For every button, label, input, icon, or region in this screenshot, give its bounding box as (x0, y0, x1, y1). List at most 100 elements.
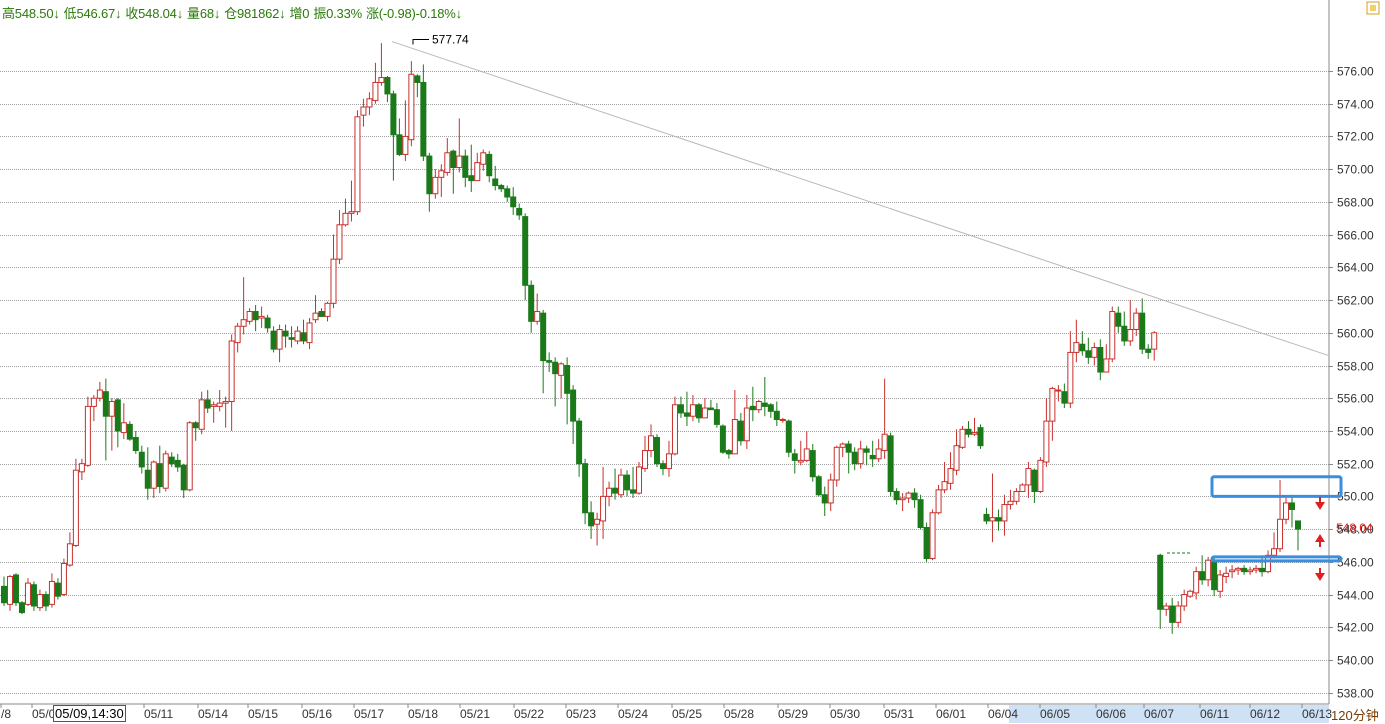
candle[interactable] (600, 466, 607, 539)
candle[interactable] (1145, 344, 1152, 359)
candle[interactable] (258, 306, 265, 328)
candle[interactable] (210, 401, 217, 423)
candle[interactable] (144, 447, 151, 500)
candle[interactable] (168, 452, 175, 467)
candle[interactable] (504, 185, 511, 202)
candle[interactable] (1283, 498, 1290, 525)
candle[interactable] (582, 458, 589, 525)
candle[interactable] (671, 396, 678, 456)
candle[interactable] (30, 581, 37, 611)
candle[interactable] (935, 484, 942, 515)
candle[interactable] (1277, 480, 1284, 553)
candle[interactable] (120, 403, 127, 440)
candle[interactable] (612, 468, 619, 500)
candle[interactable] (522, 213, 529, 301)
candle[interactable] (929, 509, 936, 561)
candle[interactable] (1223, 566, 1230, 584)
candle[interactable] (1055, 385, 1062, 402)
candle[interactable] (995, 509, 1002, 531)
candle[interactable] (354, 110, 361, 215)
candle[interactable] (528, 280, 535, 333)
candle[interactable] (1199, 555, 1206, 585)
candle[interactable] (36, 589, 43, 611)
candle[interactable] (941, 462, 948, 494)
candle[interactable] (983, 507, 990, 525)
candle[interactable] (1, 576, 7, 607)
candle[interactable] (1067, 331, 1074, 409)
candle[interactable] (1133, 308, 1140, 337)
candle[interactable] (18, 601, 25, 615)
candle[interactable] (659, 460, 666, 476)
candle[interactable] (396, 118, 403, 157)
candle[interactable] (60, 558, 67, 597)
candle[interactable] (294, 326, 301, 345)
candle[interactable] (1013, 488, 1020, 505)
candle[interactable] (588, 501, 595, 539)
candle[interactable] (1163, 602, 1170, 616)
candle[interactable] (156, 445, 163, 494)
candle[interactable] (534, 293, 541, 325)
candle[interactable] (797, 440, 804, 466)
candle[interactable] (486, 151, 493, 183)
candle[interactable] (863, 445, 870, 466)
candle[interactable] (815, 475, 822, 497)
candle[interactable] (947, 452, 954, 490)
candle[interactable] (516, 203, 523, 220)
candle[interactable] (312, 295, 319, 323)
candle[interactable] (330, 234, 337, 309)
candle[interactable] (1127, 300, 1134, 346)
candle[interactable] (719, 424, 726, 454)
candle[interactable] (12, 573, 19, 607)
candle[interactable] (1271, 532, 1278, 559)
candle[interactable] (384, 75, 391, 103)
candle[interactable] (665, 440, 672, 477)
candle[interactable] (558, 362, 565, 399)
window-icon[interactable] (1366, 1, 1380, 15)
candle[interactable] (552, 357, 559, 407)
candle[interactable] (1007, 489, 1014, 510)
candle[interactable] (683, 391, 690, 427)
candle[interactable] (618, 468, 625, 499)
candle[interactable] (707, 399, 714, 411)
candle[interactable] (1103, 344, 1110, 373)
candle[interactable] (204, 390, 211, 413)
candle[interactable] (713, 403, 720, 428)
candle[interactable] (827, 473, 834, 512)
candle[interactable] (366, 92, 373, 116)
candle[interactable] (480, 149, 487, 171)
candle[interactable] (360, 98, 367, 127)
candle[interactable] (821, 486, 828, 517)
candle[interactable] (755, 399, 762, 413)
candle[interactable] (917, 494, 924, 530)
candle[interactable] (198, 391, 205, 435)
candle[interactable] (1061, 383, 1068, 409)
candle[interactable] (1181, 589, 1188, 611)
candle[interactable] (606, 481, 613, 507)
candle[interactable] (624, 470, 631, 497)
candle[interactable] (90, 394, 97, 422)
candle[interactable] (564, 357, 571, 425)
candle[interactable] (102, 378, 109, 461)
candle[interactable] (270, 326, 277, 353)
candle[interactable] (1259, 555, 1266, 577)
candle[interactable] (576, 417, 583, 477)
candle[interactable] (773, 401, 780, 427)
candle[interactable] (893, 488, 900, 505)
candle[interactable] (875, 439, 882, 463)
candle[interactable] (1121, 311, 1128, 346)
candle[interactable] (282, 324, 289, 348)
candle[interactable] (546, 352, 553, 373)
candle[interactable] (150, 460, 157, 499)
candle[interactable] (839, 442, 846, 458)
candle[interactable] (809, 444, 816, 482)
candle[interactable] (468, 144, 475, 193)
candle[interactable] (426, 152, 433, 212)
candle[interactable] (462, 149, 469, 188)
candle[interactable] (306, 318, 313, 350)
candle[interactable] (348, 180, 355, 222)
candle[interactable] (959, 426, 966, 449)
candle[interactable] (1019, 483, 1026, 492)
candle[interactable] (749, 386, 756, 422)
candle[interactable] (540, 309, 547, 394)
candle[interactable] (1085, 337, 1092, 364)
